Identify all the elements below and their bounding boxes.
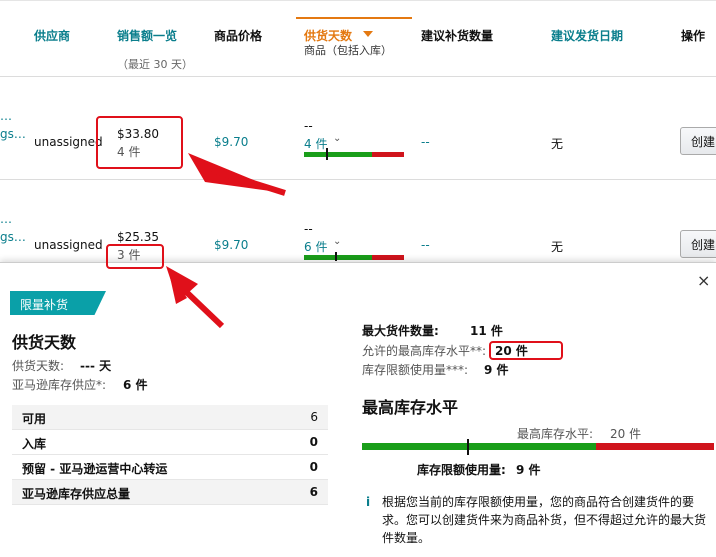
inventory-row: 可用 6 [12, 405, 328, 430]
inventory-label: 入库 [22, 437, 47, 451]
col-header-sales[interactable]: 销售额一览 [117, 27, 177, 44]
col-header-suggested-qty: 建议补货数量 [421, 29, 494, 43]
level-bar-red [372, 152, 404, 157]
inventory-row: 入库 0 [12, 430, 328, 455]
col-header-supplier[interactable]: 供应商 [34, 27, 70, 44]
level-bar-red [372, 255, 404, 260]
chevron-down-icon[interactable]: ⌄ [333, 236, 341, 247]
info-icon: i [366, 495, 371, 509]
highlight-box [106, 244, 164, 269]
inventory-row: 预留 - 亚马逊运营中心转运 0 [12, 455, 328, 480]
supply-days-value: -- [304, 119, 313, 133]
chevron-down-icon[interactable]: ⌄ [333, 133, 341, 144]
amazon-supply-value: 6 件 [123, 378, 148, 392]
allowed-max-label: 允许的最高库存水平**: [362, 344, 487, 358]
max-qty-label: 最大货件数量: [362, 324, 439, 338]
close-icon[interactable]: × [697, 271, 710, 290]
supply-days-value: -- [304, 222, 313, 236]
supplier-value: unassigned [34, 135, 103, 149]
usage-label: 库存限额使用量***: [362, 363, 469, 377]
supply-units-dropdown[interactable]: 4 件 [304, 135, 327, 152]
sort-down-icon[interactable] [363, 31, 373, 37]
max-level-bar-green [362, 443, 596, 450]
level-bar-green [304, 152, 372, 157]
supply-days-label: 供货天数: [12, 359, 65, 373]
panel-badge-label: 限量补货 [20, 298, 69, 312]
inventory-label: 预留 - 亚马逊运营中心转运 [22, 462, 168, 476]
max-level-bar-red [596, 443, 714, 450]
supply-units-dropdown[interactable]: 6 件 [304, 238, 327, 255]
level-marker [335, 252, 337, 261]
bar-top-value: 20 件 [610, 427, 642, 441]
suggested-qty-value: -- [421, 238, 430, 252]
level-marker [326, 148, 328, 160]
inventory-total-row: 亚马逊库存供应总量 6 [12, 480, 328, 505]
level-bar-green [304, 255, 372, 260]
sales-value: $25.35 [117, 230, 159, 244]
highlight-box [96, 116, 183, 169]
suggested-date-value: 无 [551, 240, 564, 254]
supplier-value: unassigned [34, 238, 103, 252]
inventory-value: 0 [309, 460, 318, 474]
inventory-value: 0 [309, 435, 318, 449]
panel-title: 供货天数 [12, 333, 77, 352]
product-link-2[interactable]: gs… [0, 127, 26, 141]
product-link-2[interactable]: gs… [0, 230, 26, 244]
create-shipment-button[interactable]: 创建 [680, 230, 716, 258]
suggested-qty-value: -- [421, 135, 430, 149]
inventory-value: 6 [309, 485, 318, 499]
col-header-sales-sub: （最近 30 天） [117, 58, 193, 71]
inventory-label: 亚马逊库存供应总量 [22, 487, 131, 501]
col-header-action: 操作 [681, 29, 706, 43]
restock-limit-panel: 限量补货 × 供货天数 供货天数: --- 天 亚马逊库存供应*: 6 件 可用… [0, 262, 716, 557]
product-link[interactable]: … [0, 212, 12, 226]
supply-days-value: --- 天 [80, 359, 112, 373]
bar-bottom-value: 9 件 [516, 463, 541, 477]
create-shipment-button[interactable]: 创建 [680, 127, 716, 155]
inventory-label: 可用 [22, 412, 47, 426]
price-value[interactable]: $9.70 [214, 135, 248, 149]
inventory-value: 6 [310, 410, 318, 424]
price-value[interactable]: $9.70 [214, 238, 248, 252]
highlight-box [489, 341, 563, 360]
max-qty-value: 11 件 [470, 324, 503, 338]
suggested-date-value: 无 [551, 137, 564, 151]
col-header-price: 商品价格 [214, 29, 263, 43]
table-header: 供应商 销售额一览 （最近 30 天） 商品价格 供货天数 商品（包括入库） 建… [0, 0, 716, 77]
usage-marker [467, 439, 469, 455]
col-header-suggested-date[interactable]: 建议发货日期 [551, 27, 623, 44]
max-level-title: 最高库存水平 [362, 398, 459, 417]
product-link[interactable]: … [0, 109, 12, 123]
bar-bottom-label: 库存限额使用量: [417, 463, 506, 477]
usage-value: 9 件 [484, 363, 509, 377]
info-text: 根据您当前的库存限额使用量，您的商品符合创建货件的要求。您可以创建货件来为商品补… [382, 495, 707, 545]
col-header-supply-sub: 商品（包括入库） [304, 44, 392, 57]
bar-top-label: 最高库存水平: [517, 427, 594, 441]
amazon-supply-label: 亚马逊库存供应*: [12, 378, 107, 392]
